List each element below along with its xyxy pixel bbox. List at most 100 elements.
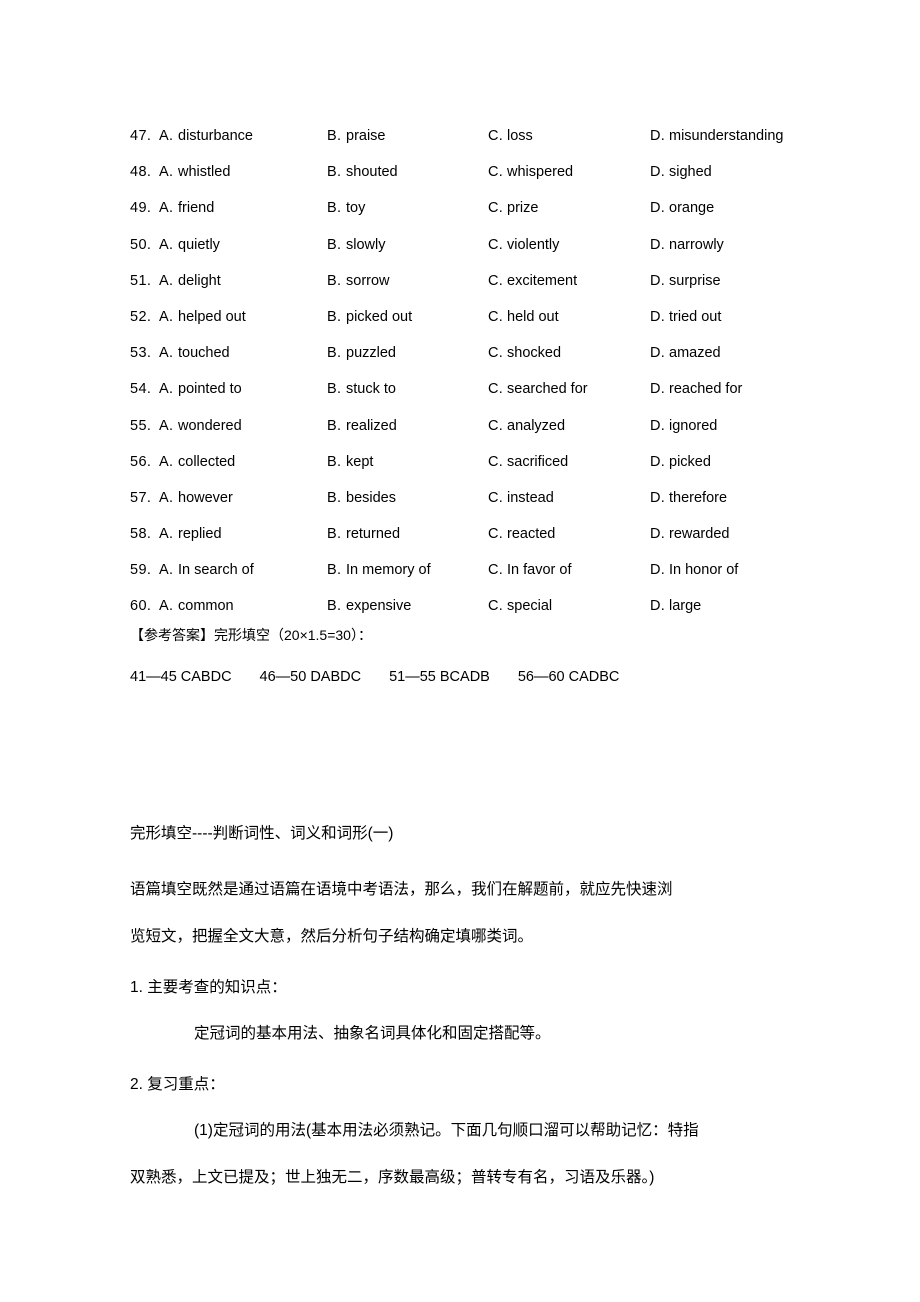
option-choice-a[interactable]: A. however <box>159 480 233 516</box>
option-choice-c[interactable]: C. held out <box>488 299 559 335</box>
option-choice-b[interactable]: B. toy <box>327 190 365 226</box>
option-text-b: shouted <box>346 164 398 181</box>
option-choice-c[interactable]: C. reacted <box>488 516 555 552</box>
option-choice-b[interactable]: B. praise <box>327 118 386 154</box>
option-text-c: whispered <box>507 164 574 181</box>
option-choice-c[interactable]: C. searched for <box>488 371 588 407</box>
option-letter-b: B. <box>327 164 342 181</box>
option-text-a: replied <box>178 526 222 543</box>
option-choice-d[interactable]: D. tried out <box>650 299 721 335</box>
option-letter-c: C. <box>488 164 504 181</box>
option-letter-a: A. <box>159 526 174 543</box>
option-choice-b[interactable]: B. returned <box>327 516 400 552</box>
option-letter-b: B. <box>327 381 342 398</box>
option-letter-d: D. <box>650 200 666 217</box>
option-letter-c: C. <box>488 526 504 543</box>
option-choice-b[interactable]: B. puzzled <box>327 335 396 371</box>
option-choice-b[interactable]: B. kept <box>327 444 373 480</box>
option-choice-a[interactable]: A. replied <box>159 516 222 552</box>
option-choice-d[interactable]: D. rewarded <box>650 516 729 552</box>
question-number: 57. <box>130 489 152 506</box>
option-text-a: whistled <box>178 164 231 181</box>
cloze-option-row: 50. A. quietly B. slowly C. violently D. narrowl… <box>130 227 890 263</box>
option-choice-a[interactable]: A. whistled <box>159 154 230 190</box>
option-choice-c[interactable]: C. excitement <box>488 263 577 299</box>
option-choice-b[interactable]: B. In memory of <box>327 552 431 588</box>
option-text-a: helped out <box>178 308 246 325</box>
option-letter-a: A. <box>159 562 174 579</box>
option-letter-c: C. <box>488 308 504 325</box>
option-letter-a: A. <box>159 417 174 434</box>
option-choice-a[interactable]: A. disturbance <box>159 118 253 154</box>
lesson-intro-line-2: 览短文，把握全文大意，然后分析句子结构确定填哪类词。 <box>130 928 534 945</box>
option-choice-b[interactable]: B. besides <box>327 480 396 516</box>
option-text-d: misunderstanding <box>669 128 784 144</box>
option-choice-d[interactable]: D. In honor of <box>650 552 738 588</box>
option-choice-c[interactable]: C. analyzed <box>488 408 565 444</box>
option-choice-b[interactable]: B. sorrow <box>327 263 390 299</box>
option-choice-d[interactable]: D. reached for <box>650 371 742 407</box>
option-letter-d: D. <box>650 128 666 144</box>
option-choice-d[interactable]: D. narrowly <box>650 227 724 263</box>
option-choice-a[interactable]: A. wondered <box>159 408 242 444</box>
option-letter-a: A. <box>159 598 174 615</box>
option-choice-a[interactable]: A. collected <box>159 444 235 480</box>
question-number: 54. <box>130 381 152 398</box>
question-number: 55. <box>130 417 152 434</box>
option-choice-d[interactable]: D. amazed <box>650 335 721 371</box>
option-choice-d[interactable]: D. therefore <box>650 480 727 516</box>
option-letter-d: D. <box>650 272 666 289</box>
option-text-d: large <box>669 598 702 615</box>
cloze-option-row: 56. A. collected B. kept C. sacrificed D. picked <box>130 444 890 480</box>
option-choice-c[interactable]: C. sacrificed <box>488 444 568 480</box>
option-choice-b[interactable]: B. stuck to <box>327 371 396 407</box>
option-text-a: friend <box>178 200 215 217</box>
cloze-option-row: 53. A. touched B. puzzled C. shocked D. amazed <box>130 335 890 371</box>
option-choice-b[interactable]: B. shouted <box>327 154 398 190</box>
option-choice-a[interactable]: A. pointed to <box>159 371 242 407</box>
option-letter-a: A. <box>159 381 174 398</box>
option-choice-b[interactable]: B. expensive <box>327 588 411 624</box>
option-choice-a[interactable]: A. quietly <box>159 227 220 263</box>
cloze-option-row: 49. A. friend B. toy C. prize D. orange <box>130 190 890 226</box>
option-letter-d: D. <box>650 381 666 398</box>
option-choice-d[interactable]: D. large <box>650 588 701 624</box>
option-text-b: toy <box>346 200 366 217</box>
option-choice-a[interactable]: A. common <box>159 588 234 624</box>
option-choice-d[interactable]: D. misunderstanding <box>650 118 783 154</box>
option-letter-a: A. <box>159 200 174 217</box>
option-choice-a[interactable]: A. friend <box>159 190 214 226</box>
option-text-d: therefore <box>669 489 728 506</box>
option-choice-a[interactable]: A. touched <box>159 335 230 371</box>
option-choice-c[interactable]: C. instead <box>488 480 554 516</box>
option-text-a: quietly <box>178 236 220 253</box>
question-number: 52. <box>130 308 152 325</box>
option-choice-c[interactable]: C. violently <box>488 227 559 263</box>
option-choice-b[interactable]: B. realized <box>327 408 397 444</box>
option-choice-c[interactable]: C. loss <box>488 118 533 154</box>
option-choice-c[interactable]: C. prize <box>488 190 538 226</box>
option-choice-c[interactable]: C. In favor of <box>488 552 571 588</box>
option-choice-a[interactable]: A. In search of <box>159 552 254 588</box>
option-choice-c[interactable]: C. special <box>488 588 552 624</box>
option-text-b: returned <box>346 526 401 543</box>
option-choice-d[interactable]: D. sighed <box>650 154 712 190</box>
option-choice-b[interactable]: B. slowly <box>327 227 385 263</box>
option-choice-a[interactable]: A. delight <box>159 263 221 299</box>
option-choice-d[interactable]: D. orange <box>650 190 714 226</box>
option-letter-c: C. <box>488 272 504 289</box>
option-text-d: sighed <box>669 164 712 181</box>
question-number: 56. <box>130 453 152 470</box>
option-choice-d[interactable]: D. surprise <box>650 263 721 299</box>
option-choice-c[interactable]: C. shocked <box>488 335 561 371</box>
cloze-option-row: 51. A. delight B. sorrow C. excitement D. surpri… <box>130 263 890 299</box>
question-number: 58. <box>130 526 152 543</box>
option-text-a: touched <box>178 345 230 362</box>
option-choice-c[interactable]: C. whispered <box>488 154 573 190</box>
option-choice-b[interactable]: B. picked out <box>327 299 412 335</box>
option-choice-a[interactable]: A. helped out <box>159 299 246 335</box>
option-choice-d[interactable]: D. picked <box>650 444 711 480</box>
option-choice-d[interactable]: D. ignored <box>650 408 717 444</box>
option-text-c: special <box>507 598 553 615</box>
cloze-option-row: 52. A. helped out B. picked out C. held out D. t… <box>130 299 890 335</box>
